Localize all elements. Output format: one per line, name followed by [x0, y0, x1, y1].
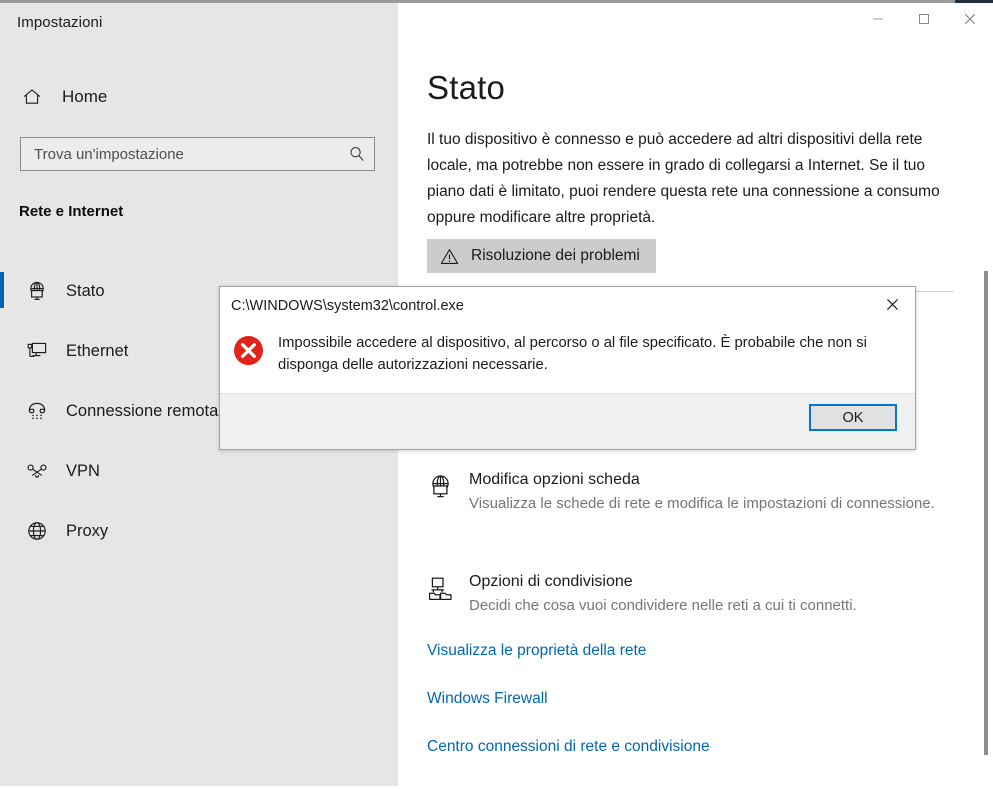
error-circle-x-icon — [232, 332, 278, 376]
network-adapter-icon — [427, 471, 469, 516]
search-icon[interactable] — [340, 145, 374, 163]
page-title: Stato — [427, 69, 506, 106]
dialup-phone-icon — [20, 400, 54, 422]
sidebar-item-home[interactable]: Home — [14, 78, 374, 116]
sidebar-item-vpn[interactable]: VPN — [0, 441, 398, 501]
troubleshoot-button-label: Risoluzione dei problemi — [471, 247, 640, 264]
vpn-key-icon — [20, 460, 54, 482]
window-controls — [855, 3, 993, 35]
dialog-titlebar: C:\WINDOWS\system32\control.exe — [220, 287, 915, 329]
option-subtitle: Decidi che cosa vuoi condividere nelle r… — [469, 597, 857, 614]
warning-triangle-icon — [440, 247, 459, 266]
maximize-button[interactable] — [901, 3, 947, 35]
link-windows-firewall[interactable]: Windows Firewall — [427, 690, 548, 708]
option-row-opzioni-di-condivisione[interactable]: Opzioni di condivisione Decidi che cosa … — [427, 573, 967, 618]
link-visualizza-proprieta-rete[interactable]: Visualizza le proprietà della rete — [427, 642, 646, 660]
sharing-folder-icon — [427, 573, 469, 618]
sidebar-item-label: Ethernet — [66, 341, 129, 360]
option-title: Modifica opzioni scheda — [469, 471, 640, 488]
ethernet-icon — [20, 340, 54, 362]
troubleshoot-button[interactable]: Risoluzione dei problemi — [427, 239, 656, 273]
dialog-body: Impossibile accedere al dispositivo, al … — [220, 329, 915, 376]
sidebar-item-label: Connessione remota — [66, 401, 219, 420]
search-input[interactable] — [21, 138, 340, 170]
option-row-modifica-opzioni-scheda[interactable]: Modifica opzioni scheda Visualizza le sc… — [427, 471, 967, 516]
sidebar-item-label: Stato — [66, 281, 105, 300]
sidebar-item-proxy[interactable]: Proxy — [0, 501, 398, 561]
dialog-close-button[interactable] — [869, 287, 915, 321]
link-centro-connessioni[interactable]: Centro connessioni di rete e condivision… — [427, 738, 710, 756]
sidebar-item-label: VPN — [66, 461, 100, 480]
app-title: Impostazioni — [17, 14, 103, 31]
scrollbar-track[interactable] — [979, 6, 993, 789]
ok-button[interactable]: OK — [809, 404, 897, 431]
scrollbar-thumb[interactable] — [984, 271, 988, 755]
sidebar-home-label: Home — [62, 87, 108, 106]
network-status-icon — [20, 280, 54, 302]
search-box[interactable] — [20, 137, 375, 171]
dialog-message: Impossibile accedere al dispositivo, al … — [278, 335, 867, 373]
sidebar-item-label: Proxy — [66, 521, 109, 540]
globe-icon — [20, 520, 54, 542]
minimize-button[interactable] — [855, 3, 901, 35]
status-description: Il tuo dispositivo è connesso e può acce… — [427, 131, 940, 226]
dialog-title: C:\WINDOWS\system32\control.exe — [231, 298, 464, 314]
error-dialog: C:\WINDOWS\system32\control.exe Impossib… — [219, 286, 916, 450]
option-subtitle: Visualizza le schede di rete e modifica … — [469, 495, 935, 512]
sidebar-section-title: Rete e Internet — [19, 203, 124, 220]
home-icon — [14, 87, 50, 107]
option-title: Opzioni di condivisione — [469, 573, 633, 590]
selection-indicator — [0, 272, 4, 308]
dialog-footer: OK — [220, 393, 915, 449]
